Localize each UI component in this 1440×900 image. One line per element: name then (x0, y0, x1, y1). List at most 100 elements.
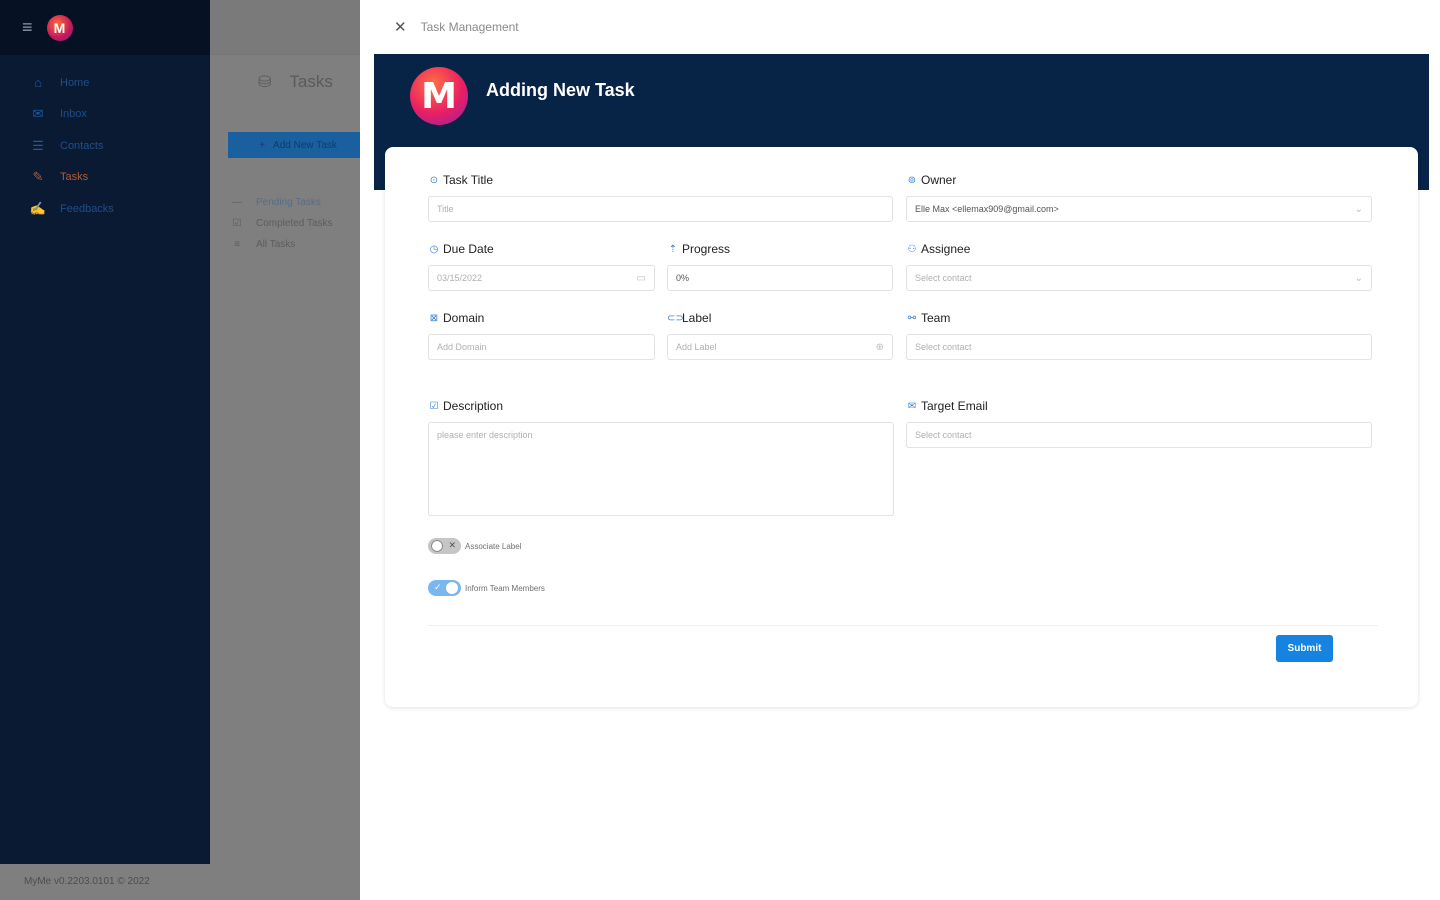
clock-icon: ◷ (429, 243, 439, 255)
plus-icon: + (259, 139, 266, 151)
target-email-field: ✉ Target Email Select contact (906, 398, 1372, 448)
due-date-picker[interactable]: 03/15/2022 ▭ (428, 265, 655, 291)
tasks-icon: ✎ (32, 169, 44, 185)
form-divider (428, 625, 1378, 626)
team-select[interactable]: Select contact (906, 334, 1372, 360)
label-field-label: ⊂⊃ Label (667, 310, 893, 326)
toggle-knob (431, 540, 443, 552)
domain-input[interactable]: Add Domain (428, 334, 655, 360)
sidebar-item-tasks[interactable]: ✎ Tasks (0, 162, 210, 194)
description-field: ☑ Description please enter description (428, 398, 894, 516)
progress-field: ⇡ Progress 0% (667, 241, 893, 291)
toggle-knob (446, 582, 458, 594)
email-icon: ✉ (907, 400, 917, 412)
owner-select[interactable]: Elle Max <ellemax909@gmail.com> ⌄ (906, 196, 1372, 222)
target-email-label: ✉ Target Email (906, 398, 1372, 414)
description-textarea[interactable]: please enter description (428, 422, 894, 516)
task-title-placeholder: Title (437, 204, 454, 214)
inform-team-members-text: Inform Team Members (465, 583, 545, 593)
toggle-off-mark-icon: ✕ (448, 540, 456, 550)
sidebar-nav: ⌂ Home ✉ Inbox ☰ Contacts ✎ Tasks ✍ Feed… (0, 67, 210, 225)
progress-label-text: Progress (682, 242, 731, 256)
assignee-label-text: Assignee (921, 242, 971, 256)
owner-icon: ⊚ (907, 174, 917, 186)
filter-pending-tasks[interactable]: — Pending Tasks (230, 192, 333, 213)
domain-placeholder: Add Domain (437, 342, 487, 352)
hamburger-menu-icon[interactable]: ≡ (22, 17, 33, 38)
description-placeholder: please enter description (437, 430, 533, 440)
label-field-label-text: Label (682, 311, 712, 325)
team-label: ⚯ Team (906, 310, 1372, 326)
owner-label-text: Owner (921, 173, 957, 187)
team-field: ⚯ Team Select contact (906, 310, 1372, 360)
owner-value: Elle Max <ellemax909@gmail.com> (915, 204, 1059, 214)
task-list-filters: — Pending Tasks ☑ Completed Tasks ≡ All … (230, 192, 333, 255)
inform-team-members-toggle[interactable]: ✓ (428, 580, 461, 596)
target-email-select[interactable]: Select contact (906, 422, 1372, 448)
filter-label: All Tasks (256, 239, 296, 250)
chevron-down-icon: ⌄ (1354, 203, 1363, 215)
associate-label-toggle[interactable]: ✕ (428, 538, 461, 554)
label-placeholder: Add Label (676, 342, 717, 352)
new-task-form: ⊙ Task Title Title ⊚ Owner Elle Max <ell… (385, 147, 1418, 707)
task-title-label: ⊙ Task Title (428, 172, 893, 188)
version-footer: MyMe v0.2203.0101 © 2022 (24, 876, 150, 887)
target-email-placeholder: Select contact (915, 430, 972, 440)
description-label-text: Description (443, 399, 504, 413)
feedback-icon: ✍ (29, 200, 47, 216)
due-date-field: ◷ Due Date 03/15/2022 ▭ (428, 241, 655, 291)
drawer-title: Task Management (420, 20, 519, 34)
sidebar-item-label: Contacts (60, 139, 104, 152)
app-logo[interactable]: M (46, 14, 73, 41)
submit-button[interactable]: Submit (1276, 635, 1333, 662)
sidebar-item-label: Feedbacks (60, 202, 114, 215)
domain-field: ⊠ Domain Add Domain (428, 310, 655, 360)
filter-completed-tasks[interactable]: ☑ Completed Tasks (230, 213, 333, 234)
edit-icon: ☑ (429, 400, 439, 412)
owner-label: ⊚ Owner (906, 172, 1372, 188)
progress-icon: ⇡ (668, 243, 678, 255)
task-title-input[interactable]: Title (428, 196, 893, 222)
page-title-text: Tasks (289, 72, 333, 91)
close-icon[interactable]: ✕ (394, 18, 407, 36)
sidebar-item-feedbacks[interactable]: ✍ Feedbacks (0, 193, 210, 225)
sidebar-item-contacts[interactable]: ☰ Contacts (0, 130, 210, 162)
sidebar-header: ≡ M (0, 0, 210, 55)
description-label: ☑ Description (428, 398, 894, 414)
assignee-field: ⚇ Assignee Select contact ⌄ (906, 241, 1372, 291)
sidebar-item-label: Inbox (60, 108, 87, 121)
pending-icon: — (232, 197, 242, 208)
team-icon: ⚯ (907, 312, 917, 324)
progress-input[interactable]: 0% (667, 265, 893, 291)
page-title: ⛁ Tasks (258, 72, 333, 92)
domain-icon: ⊠ (429, 312, 439, 324)
chevron-down-icon: ⌄ (1354, 272, 1363, 284)
task-title-field: ⊙ Task Title Title (428, 172, 893, 222)
top-bar (210, 0, 360, 55)
sidebar-item-inbox[interactable]: ✉ Inbox (0, 99, 210, 131)
sidebar-item-label: Tasks (60, 171, 89, 184)
add-label-icon[interactable]: ⊕ (876, 342, 884, 353)
label-input[interactable]: Add Label ⊕ (667, 334, 893, 360)
team-label-text: Team (921, 311, 951, 325)
check-icon: ✓ (434, 582, 442, 592)
calendar-icon[interactable]: ▭ (637, 273, 646, 284)
due-date-label: ◷ Due Date (428, 241, 655, 257)
sidebar: ≡ M ⌂ Home ✉ Inbox ☰ Contacts ✎ Tasks ✍ … (0, 0, 210, 864)
sidebar-item-home[interactable]: ⌂ Home (0, 67, 210, 99)
associate-label-toggle-row: ✕ Associate Label (428, 538, 521, 554)
sidebar-item-label: Home (60, 76, 90, 89)
drawer-header: ✕ Task Management (360, 0, 1440, 54)
assignee-select[interactable]: Select contact ⌄ (906, 265, 1372, 291)
task-title-label-text: Task Title (443, 173, 494, 187)
target-email-label-text: Target Email (921, 399, 988, 413)
domain-label-text: Domain (443, 311, 485, 325)
owner-field: ⊚ Owner Elle Max <ellemax909@gmail.com> … (906, 172, 1372, 222)
all-tasks-icon: ≡ (234, 239, 240, 250)
add-new-task-button[interactable]: + Add New Task (228, 132, 368, 158)
due-date-label-text: Due Date (443, 242, 494, 256)
filter-all-tasks[interactable]: ≡ All Tasks (230, 234, 333, 255)
label-field: ⊂⊃ Label Add Label ⊕ (667, 310, 893, 360)
add-new-task-label: Add New Task (273, 139, 337, 151)
domain-label: ⊠ Domain (428, 310, 655, 326)
